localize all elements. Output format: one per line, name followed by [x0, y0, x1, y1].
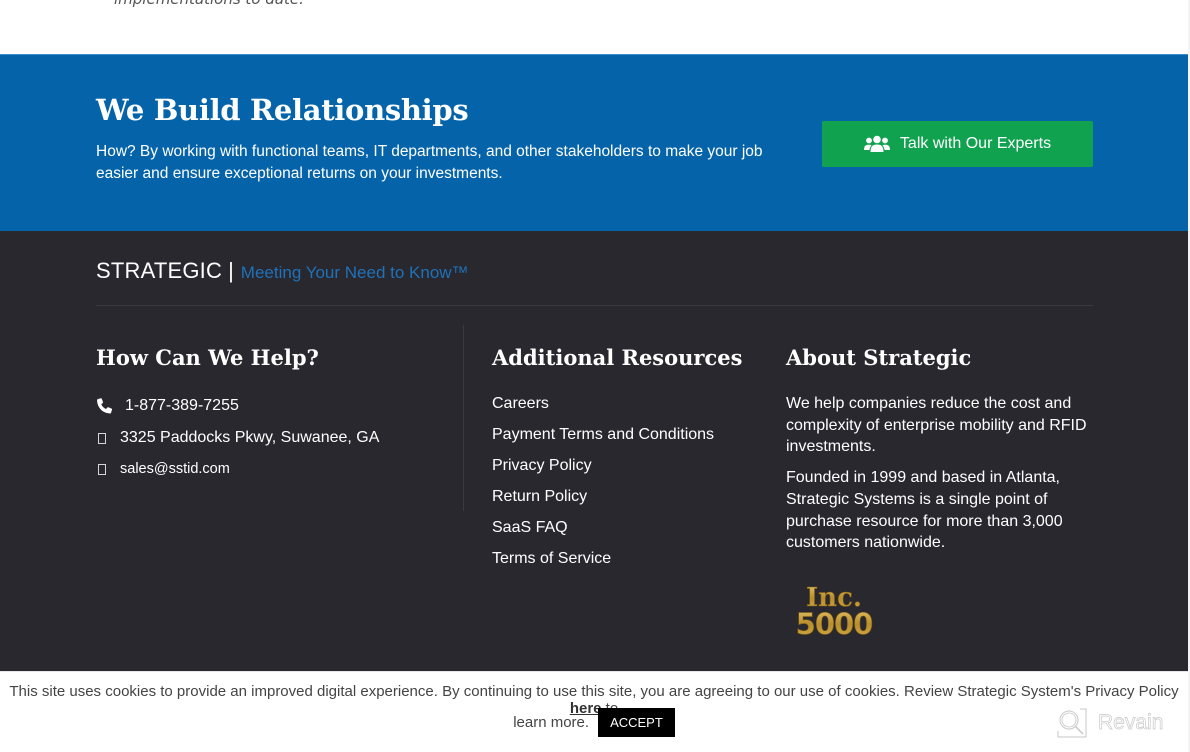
resource-item: Payment Terms and Conditions [492, 424, 714, 455]
column-divider [463, 325, 464, 511]
terms-of-service-link[interactable]: Terms of Service [492, 550, 611, 567]
talk-with-experts-label: Talk with Our Experts [899, 135, 1052, 152]
envelope-icon [96, 463, 120, 475]
about-paragraph: Founded in 1999 and based in Atlanta, St… [786, 469, 1063, 552]
cookie-text: This site uses cookies to provide an imp… [9, 683, 1179, 700]
inc-logo-line2: 5000 [796, 607, 873, 637]
previous-section-text: implementations to date. [114, 0, 304, 8]
return-policy-link[interactable]: Return Policy [492, 488, 587, 505]
learn-more-text: learn more. [513, 714, 590, 731]
revain-label: Revain [1098, 711, 1164, 735]
cta-description: How? By working with functional teams, I… [96, 143, 763, 182]
cta-title: We Build Relationships [96, 93, 469, 127]
users-icon [863, 135, 890, 152]
resources-list: Careers Payment Terms and Conditions Pri… [492, 393, 714, 579]
footer-divider [96, 305, 1093, 306]
brand-name: STRATEGIC [96, 258, 223, 283]
revain-logo-icon [1057, 708, 1087, 738]
previous-section: implementations to date. [0, 0, 1188, 54]
about-title: About Strategic [786, 345, 972, 370]
resource-item: SaaS FAQ [492, 517, 714, 548]
accept-cookies-button[interactable]: ACCEPT [598, 708, 675, 737]
inc-5000-logo: Inc. 5000 [795, 583, 873, 637]
privacy-policy-link[interactable]: Privacy Policy [492, 457, 592, 474]
phone-icon [96, 398, 125, 414]
resource-item: Careers [492, 393, 714, 424]
resource-item: Terms of Service [492, 548, 714, 579]
payment-terms-link[interactable]: Payment Terms and Conditions [492, 426, 714, 443]
contact-email[interactable]: sales@sstid.com [96, 461, 230, 477]
saas-faq-link[interactable]: SaaS FAQ [492, 519, 568, 536]
cookie-message-line2: learn more. ACCEPT [0, 708, 1188, 737]
about-paragraph: We help companies reduce the cost and co… [786, 395, 1087, 456]
footer-brand: STRATEGIC | Meeting Your Need to Know™ [96, 258, 469, 284]
phone-number: 1-877-389-7255 [125, 397, 239, 414]
help-title: How Can We Help? [96, 345, 319, 370]
cta-banner: We Build Relationships How? By working w… [0, 54, 1188, 231]
resources-title: Additional Resources [492, 345, 743, 370]
email-link[interactable]: sales@sstid.com [120, 461, 230, 477]
about-text: We help companies reduce the cost and co… [786, 393, 1096, 563]
careers-link[interactable]: Careers [492, 395, 549, 412]
map-marker-icon [96, 432, 120, 444]
cookie-consent-bar: This site uses cookies to provide an imp… [0, 671, 1188, 752]
talk-with-experts-button[interactable]: Talk with Our Experts [822, 121, 1093, 167]
site-footer: STRATEGIC | Meeting Your Need to Know™ H… [0, 231, 1188, 671]
resource-item: Return Policy [492, 486, 714, 517]
resource-item: Privacy Policy [492, 455, 714, 486]
revain-watermark: Revain [1056, 707, 1164, 739]
address-text: 3325 Paddocks Pkwy, Suwanee, GA [120, 429, 380, 446]
contact-address: 3325 Paddocks Pkwy, Suwanee, GA [96, 429, 379, 447]
contact-phone[interactable]: 1-877-389-7255 [96, 397, 239, 415]
brand-separator: | [228, 258, 234, 283]
brand-tagline: Meeting Your Need to Know™ [240, 263, 469, 282]
